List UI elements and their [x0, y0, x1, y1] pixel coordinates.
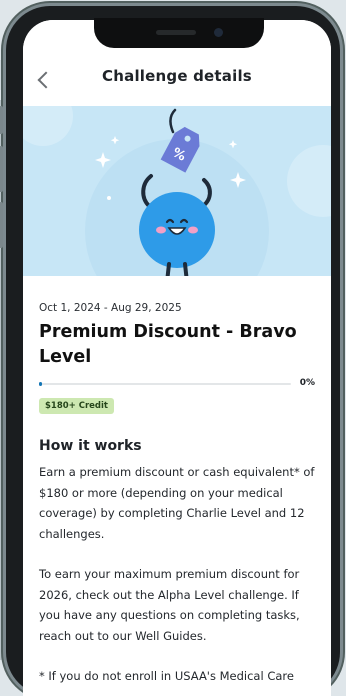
challenge-content: Oct 1, 2024 - Aug 29, 2025 Premium Disco…: [39, 290, 315, 687]
phone-volume-down: [0, 202, 3, 248]
app-screen: Challenge details % Oct 1, 2024 - Aug 29…: [23, 20, 331, 696]
challenge-name: Premium Discount - Bravo Level: [39, 322, 297, 367]
hero-bg-circle-right: [287, 145, 331, 217]
challenge-dates: Oct 1, 2024 - Aug 29, 2025: [39, 302, 182, 314]
how-it-works-title: How it works: [39, 438, 142, 454]
phone-notch: [94, 18, 264, 48]
phone-side-button: [0, 106, 3, 134]
character-right-leg: [183, 262, 189, 276]
phone-speaker: [156, 30, 196, 35]
hero-illustration: %: [23, 106, 331, 276]
tag-string: [169, 108, 177, 134]
progress-bar: 0%: [39, 378, 315, 390]
progress-fill: [39, 382, 42, 386]
enrollment-footnote: * If you do not enroll in USAA's Medical…: [39, 669, 294, 683]
character-right-cheek: [188, 226, 198, 234]
character-left-leg: [165, 262, 171, 276]
character-left-cheek: [156, 226, 166, 234]
progress-percent: 0%: [299, 378, 315, 388]
page-title: Challenge details: [102, 67, 252, 85]
how-it-works-paragraph-1: Earn a premium discount or cash equivale…: [39, 465, 315, 541]
how-it-works-paragraph-2: To earn your maximum premium discount fo…: [39, 567, 300, 643]
hero-bg-circle-small: [23, 106, 73, 146]
phone-volume-up: [0, 146, 3, 192]
front-camera: [214, 28, 223, 37]
credit-badge: $180+ Credit: [39, 398, 114, 414]
progress-track: [39, 383, 291, 385]
